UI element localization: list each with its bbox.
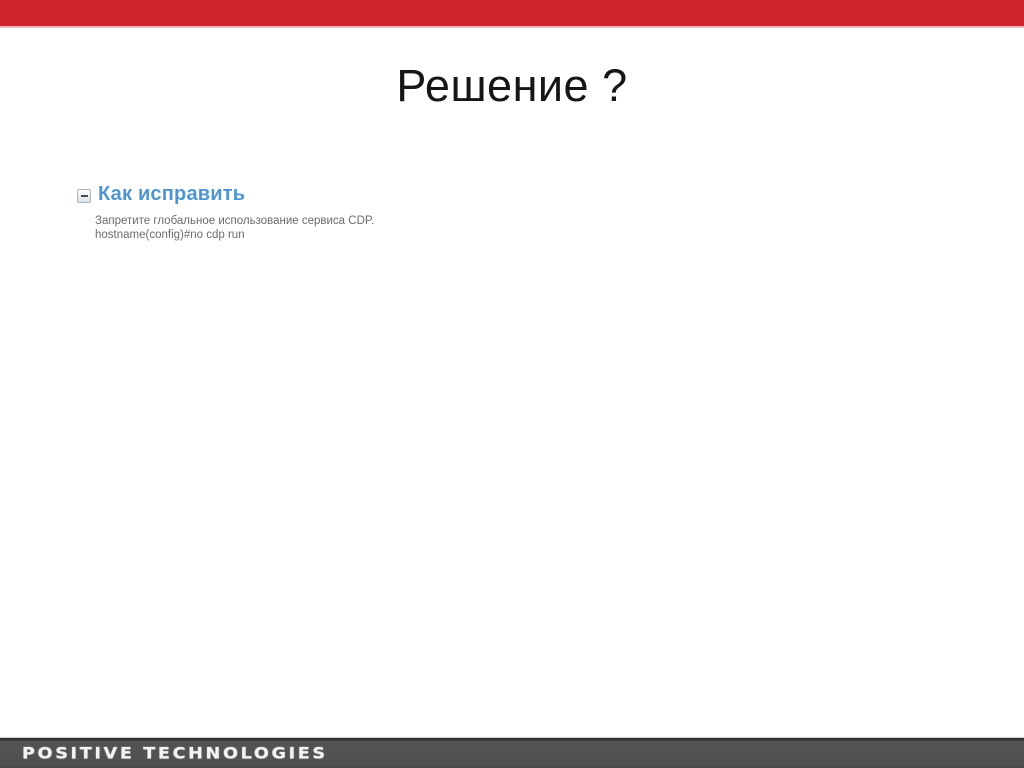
footer-bar: POSITIVE TECHNOLOGIES: [0, 737, 1024, 768]
slide-title: Решение ?: [396, 60, 628, 111]
top-accent-bar: [0, 0, 1024, 26]
collapse-minus-icon[interactable]: [77, 188, 91, 203]
minus-glyph: [80, 194, 88, 197]
fix-section-header: Как исправить: [77, 183, 677, 206]
section-heading: Как исправить: [98, 183, 246, 205]
positive-technologies-logo: POSITIVE TECHNOLOGIES: [22, 744, 328, 763]
fix-section: Как исправить Запретите глобальное испол…: [77, 183, 677, 242]
top-accent-bar-fade: [0, 26, 1024, 28]
body-line-command: hostname(config)#no cdp run: [95, 229, 245, 241]
section-body: Запретите глобальное использование серви…: [95, 214, 677, 242]
body-line-recommendation: Запретите глобальное использование серви…: [95, 215, 375, 227]
